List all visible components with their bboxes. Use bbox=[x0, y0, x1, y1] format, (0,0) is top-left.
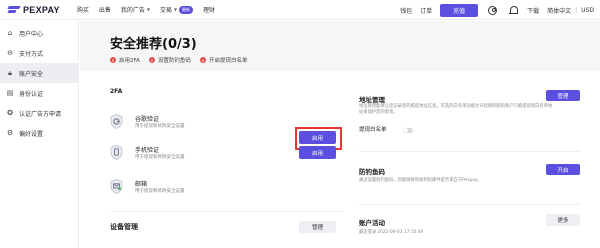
address-manage-button[interactable]: 管理 bbox=[546, 90, 580, 101]
brand-name: PEXPAY bbox=[23, 4, 60, 15]
auth-name: 谷歌验证 bbox=[135, 116, 160, 123]
check-label: 设置防钓鱼码 bbox=[157, 58, 191, 64]
section-divider bbox=[359, 204, 580, 205]
top-navbar: PEXPAY 购买 出售 我的广告 ▼ 交易 ▼ 最新 理财 钱包 订单 充值 下载 … bbox=[0, 0, 600, 20]
check-label: 开启提现白名单 bbox=[208, 58, 248, 64]
sidebar-item-label: 身份认证 bbox=[19, 90, 44, 98]
user-profile-icon[interactable] bbox=[488, 5, 498, 15]
antiphishing-enable-button[interactable]: 开启 bbox=[546, 164, 580, 175]
nav-finance[interactable]: 理财 bbox=[203, 5, 215, 14]
nav-sell[interactable]: 出售 bbox=[99, 5, 111, 14]
main-content: 安全推荐(0/3) ✕ 启用2FA ✕ 设置防钓鱼码 ✕ 开启提现白名单 2FA 谷歌… bbox=[80, 21, 600, 248]
twofa-title: 2FA bbox=[110, 88, 123, 95]
lock-icon: 🔒︎ bbox=[8, 68, 12, 77]
auth-name: 邮箱 bbox=[135, 181, 148, 188]
auth-desc: 用于提现和修改安全设置 bbox=[135, 155, 185, 160]
security-checklist: ✕ 启用2FA ✕ 设置防钓鱼码 ✕ 开启提现白名单 bbox=[110, 56, 256, 64]
whitelist-label: 提现白名单 bbox=[359, 127, 387, 133]
page-title: 安全推荐(0/3) bbox=[110, 37, 197, 52]
top-right-menu: 钱包 订单 充值 下载 简体中文 | USD bbox=[400, 0, 600, 20]
activity-more-button[interactable]: 更多 bbox=[546, 214, 580, 226]
id-card-icon: ▤ bbox=[6, 88, 14, 97]
sidebar-item-certified-advertiser[interactable]: ✪ 认证广告方申请 bbox=[0, 103, 78, 123]
device-manage-button[interactable]: 管理 bbox=[299, 221, 336, 233]
sidebar-item-account-security[interactable]: 🔒︎ 账户安全 bbox=[0, 63, 78, 83]
address-management-desc: 地址管理能够让您记录您的提现地址信息。可选的白名单功能允许您限制您的账户只能提现… bbox=[359, 104, 553, 115]
bell-icon[interactable] bbox=[509, 5, 519, 15]
language-selector[interactable]: 简体中文 bbox=[547, 6, 571, 15]
nav-trade[interactable]: 交易 ▼ 最新 bbox=[159, 5, 194, 14]
google-auth-icon bbox=[110, 114, 123, 129]
error-icon: ✕ bbox=[199, 57, 206, 63]
nav-trade-label: 交易 bbox=[159, 7, 172, 14]
download-link[interactable]: 下载 bbox=[527, 6, 539, 15]
section-divider bbox=[110, 211, 342, 212]
address-management-title: 地址管理 bbox=[359, 96, 385, 104]
orders-link[interactable]: 订单 bbox=[420, 6, 432, 15]
sidebar: ⌂ 用户中心 ⊖ 支付方式 🔒︎ 账户安全 ▤ 身份认证 ✪ 认证广告方申请 ⚙… bbox=[0, 21, 79, 248]
gear-icon: ⚙ bbox=[6, 128, 14, 137]
security-header: 安全推荐(0/3) ✕ 启用2FA ✕ 设置防钓鱼码 ✕ 开启提现白名单 bbox=[80, 21, 600, 71]
sidebar-item-label: 账户安全 bbox=[19, 70, 44, 78]
sidebar-item-payment-methods[interactable]: ⊖ 支付方式 bbox=[0, 43, 78, 63]
sidebar-item-label: 支付方式 bbox=[19, 50, 44, 58]
sidebar-item-label: 认证广告方申请 bbox=[19, 110, 62, 118]
pexpay-logo-icon bbox=[8, 5, 20, 14]
nav-buy[interactable]: 购买 bbox=[77, 5, 89, 14]
check-label: 启用2FA bbox=[119, 58, 140, 64]
chevron-down-icon: ▼ bbox=[146, 7, 150, 12]
error-icon: ✕ bbox=[110, 57, 116, 63]
auth-desc: 用于提现和修改安全设置 bbox=[135, 189, 185, 194]
nav-my-ads-label: 我的广告 bbox=[120, 7, 145, 14]
currency-selector[interactable]: USD bbox=[581, 7, 594, 14]
brand-logo[interactable]: PEXPAY bbox=[8, 5, 60, 15]
check-whitelist: ✕ 开启提现白名单 bbox=[199, 56, 248, 64]
antiphishing-title: 防钓鱼码 bbox=[359, 168, 385, 176]
sidebar-item-label: 偏好设置 bbox=[19, 130, 44, 138]
sidebar-item-label: 用户中心 bbox=[19, 30, 44, 38]
email-auth-row: 邮箱 用于提现和修改安全设置 bbox=[110, 179, 342, 207]
account-activity-title: 账户活动 bbox=[359, 219, 385, 227]
main-nav: 购买 出售 我的广告 ▼ 交易 ▼ 最新 理财 bbox=[77, 5, 225, 14]
sidebar-item-identity[interactable]: ▤ 身份认证 bbox=[0, 83, 78, 103]
antiphishing-desc: 通过设置防钓鱼码，您能够辨别收到的邮件是否来自于Pexpay。 bbox=[359, 178, 482, 183]
last-login-text: 最近登录 2022-09-03 17:10:49 bbox=[359, 230, 424, 235]
device-management-title: 设备管理 bbox=[110, 223, 138, 231]
phone-auth-icon bbox=[110, 145, 123, 160]
new-badge: 最新 bbox=[179, 5, 194, 14]
email-auth-icon bbox=[110, 179, 123, 194]
divider-bar: | bbox=[575, 6, 578, 14]
whitelist-toggle[interactable] bbox=[403, 128, 413, 133]
wallet-link[interactable]: 钱包 bbox=[400, 6, 412, 15]
certified-icon: ✪ bbox=[7, 108, 13, 117]
chevron-down-icon: ▼ bbox=[173, 7, 178, 12]
sidebar-item-user-center[interactable]: ⌂ 用户中心 bbox=[0, 23, 78, 43]
section-divider bbox=[359, 151, 580, 152]
check-antiphishing: ✕ 设置防钓鱼码 bbox=[148, 56, 191, 64]
sidebar-item-preferences[interactable]: ⚙ 偏好设置 bbox=[0, 123, 78, 143]
check-2fa: ✕ 启用2FA bbox=[110, 56, 140, 64]
nav-my-ads[interactable]: 我的广告 ▼ bbox=[121, 5, 150, 14]
error-icon: ✕ bbox=[148, 57, 155, 63]
auth-desc: 用于提现和修改安全设置 bbox=[135, 124, 185, 129]
phone-auth-enable-button[interactable]: 启用 bbox=[299, 146, 336, 159]
wallet-icon: ⊖ bbox=[7, 48, 13, 57]
recharge-button[interactable]: 充值 bbox=[440, 3, 479, 17]
auth-name: 手机验证 bbox=[135, 147, 160, 154]
home-icon: ⌂ bbox=[7, 28, 13, 37]
